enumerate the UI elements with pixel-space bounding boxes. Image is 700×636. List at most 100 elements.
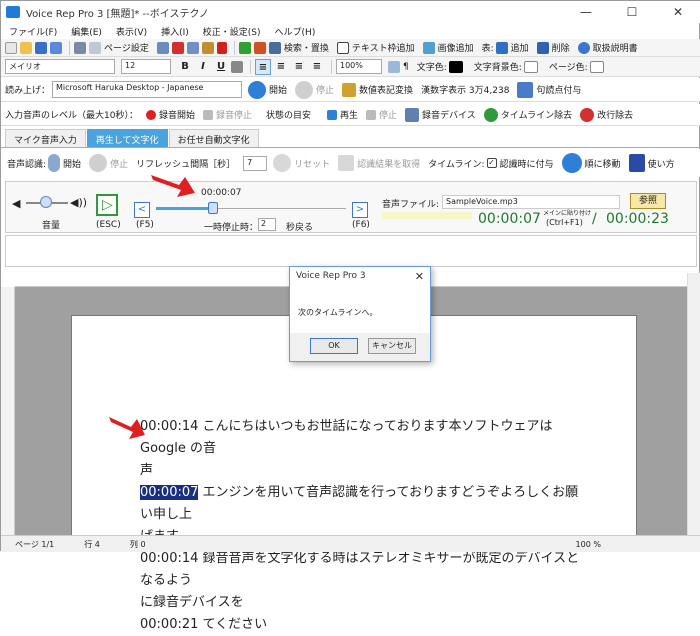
move-in-order-icon[interactable] bbox=[561, 153, 582, 173]
delete-icon[interactable] bbox=[216, 41, 227, 54]
play-from-position-button[interactable]: ▷ bbox=[96, 194, 118, 216]
stop-button[interactable]: 停止 bbox=[379, 108, 397, 121]
align-justify-button[interactable]: ≡ bbox=[309, 59, 325, 75]
move-in-order-button[interactable]: 順に移動 bbox=[585, 157, 621, 170]
audio-file-field[interactable]: SampleVoice.mp3 bbox=[442, 195, 620, 209]
cut-icon[interactable] bbox=[171, 41, 184, 54]
menu-help[interactable]: ヘルプ(H) bbox=[275, 25, 316, 38]
microphone-icon[interactable] bbox=[48, 154, 61, 172]
paste-icon[interactable] bbox=[201, 41, 214, 54]
page-setup-button[interactable]: ページ設定 bbox=[104, 41, 149, 54]
timeline-remove-button[interactable]: タイムライン除去 bbox=[501, 108, 572, 121]
read-stop-button[interactable]: 停止 bbox=[316, 83, 334, 96]
text-frame-add-button[interactable]: テキスト枠追加 bbox=[352, 41, 415, 54]
newline-remove-button[interactable]: 改行除去 bbox=[597, 108, 633, 121]
table-delete-icon[interactable] bbox=[536, 41, 549, 54]
zoom-select[interactable]: 100% bbox=[336, 59, 382, 74]
get-result-button[interactable]: 認識結果を取得 bbox=[357, 157, 420, 170]
recog-stop-button[interactable]: 停止 bbox=[110, 157, 128, 170]
forward-button[interactable]: > bbox=[352, 202, 368, 218]
copy-icon[interactable] bbox=[186, 41, 199, 54]
play-button[interactable]: 再生 bbox=[340, 108, 358, 121]
save-icon[interactable] bbox=[35, 41, 47, 54]
maximize-button[interactable]: ☐ bbox=[609, 1, 655, 23]
text-color-swatch[interactable] bbox=[448, 60, 463, 73]
text-frame-icon[interactable] bbox=[336, 41, 349, 54]
format-icon[interactable] bbox=[156, 41, 169, 54]
undo-icon[interactable] bbox=[238, 41, 251, 54]
add-on-recog-checkbox[interactable]: ✓ bbox=[486, 158, 497, 168]
reset-icon[interactable] bbox=[273, 154, 292, 172]
paragraph-mark-button[interactable]: ¶ bbox=[403, 62, 409, 72]
align-right-button[interactable]: ≡ bbox=[291, 59, 307, 75]
vertical-scrollbar[interactable] bbox=[687, 273, 700, 535]
menu-edit[interactable]: 編集(E) bbox=[71, 25, 102, 38]
manual-icon[interactable] bbox=[577, 41, 590, 54]
stop-icon[interactable] bbox=[366, 109, 377, 120]
seek-thumb[interactable] bbox=[208, 202, 218, 214]
rec-start-button[interactable]: 録音開始 bbox=[159, 108, 195, 121]
refresh-interval-input[interactable]: 7 bbox=[243, 155, 268, 171]
print-icon[interactable] bbox=[74, 41, 86, 54]
page-setup-icon[interactable] bbox=[89, 41, 101, 54]
close-button[interactable]: ✕ bbox=[655, 1, 700, 23]
align-center-button[interactable]: ≡ bbox=[273, 59, 289, 75]
align-left-button[interactable]: ≡ bbox=[255, 58, 271, 75]
numeric-convert-icon[interactable] bbox=[342, 82, 357, 97]
timeline-remove-icon[interactable] bbox=[483, 107, 498, 122]
text-bg-color-swatch[interactable] bbox=[523, 60, 538, 73]
notes-box[interactable] bbox=[5, 235, 697, 267]
browse-button[interactable]: 参照 bbox=[630, 193, 666, 209]
tab-mic-input[interactable]: マイク音声入力 bbox=[5, 129, 86, 147]
record-icon[interactable] bbox=[145, 109, 156, 120]
tab-auto-transcribe[interactable]: お任せ自動文字化 bbox=[168, 129, 259, 147]
table-add-icon[interactable] bbox=[495, 41, 508, 54]
menu-file[interactable]: ファイル(F) bbox=[9, 25, 57, 38]
manual-button[interactable]: 取扱説明書 bbox=[593, 41, 638, 54]
voice-select[interactable]: Microsoft Haruka Desktop - Japanese bbox=[52, 81, 243, 98]
howto-button[interactable]: 使い方 bbox=[648, 157, 675, 170]
help-icon[interactable] bbox=[628, 154, 645, 172]
strikethrough-icon[interactable] bbox=[231, 60, 243, 73]
cancel-button[interactable]: キャンセル bbox=[368, 338, 416, 354]
get-result-icon[interactable] bbox=[338, 155, 355, 171]
save-as-icon[interactable] bbox=[50, 41, 62, 54]
minimize-button[interactable]: — bbox=[563, 1, 609, 23]
font-select[interactable]: メイリオ bbox=[5, 59, 115, 74]
menu-view[interactable]: 表示(V) bbox=[116, 25, 147, 38]
open-folder-icon[interactable] bbox=[20, 41, 32, 54]
dialog-close-button[interactable]: ✕ bbox=[415, 270, 424, 283]
rewind-button[interactable]: < bbox=[134, 202, 150, 218]
italic-button[interactable]: I bbox=[195, 59, 211, 75]
image-add-button[interactable]: 画像追加 bbox=[438, 41, 474, 54]
read-start-button[interactable]: 開始 bbox=[269, 83, 287, 96]
rec-stop-icon[interactable] bbox=[202, 109, 213, 120]
tab-play-transcribe[interactable]: 再生して文字化 bbox=[86, 129, 168, 147]
table-add-button[interactable]: 追加 bbox=[511, 41, 529, 54]
redo-icon[interactable] bbox=[253, 41, 266, 54]
image-icon[interactable] bbox=[422, 41, 435, 54]
pause-seconds-input[interactable]: 2 bbox=[258, 218, 276, 231]
recog-start-button[interactable]: 開始 bbox=[63, 157, 81, 170]
line-spacing-icon[interactable] bbox=[388, 60, 400, 73]
bold-button[interactable]: B bbox=[177, 59, 193, 75]
newline-remove-icon[interactable] bbox=[580, 107, 595, 122]
ok-button[interactable]: OK bbox=[310, 338, 358, 354]
recog-stop-icon[interactable] bbox=[89, 154, 108, 172]
document-text[interactable]: 00:00:14 こんにちはいつもお世話になっております本ソフトウェアは Goo… bbox=[140, 416, 580, 636]
play-circle-icon[interactable] bbox=[248, 80, 267, 99]
volume-thumb[interactable] bbox=[40, 196, 52, 208]
page-color-swatch[interactable] bbox=[589, 60, 604, 73]
punctuation-button[interactable]: 句読点付与 bbox=[536, 83, 581, 96]
new-file-icon[interactable] bbox=[5, 41, 17, 54]
play-icon[interactable] bbox=[327, 109, 337, 120]
rec-device-icon[interactable] bbox=[405, 107, 420, 122]
stop-circle-icon[interactable] bbox=[295, 80, 314, 99]
underline-button[interactable]: U bbox=[213, 59, 229, 75]
menu-settings[interactable]: 校正・設定(S) bbox=[203, 25, 261, 38]
numeric-convert-button[interactable]: 数値表記変換 bbox=[359, 83, 413, 96]
calendar-icon[interactable] bbox=[517, 81, 534, 98]
rec-device-button[interactable]: 録音デバイス bbox=[422, 108, 476, 121]
reset-button[interactable]: リセット bbox=[294, 157, 330, 170]
rec-stop-button[interactable]: 録音停止 bbox=[216, 108, 252, 121]
